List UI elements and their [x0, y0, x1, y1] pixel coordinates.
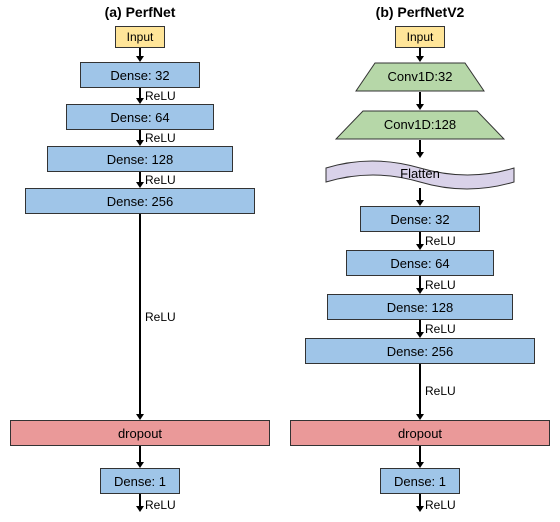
conv1d-32: Conv1D:32: [355, 62, 485, 92]
activation-label: ReLU: [145, 498, 176, 512]
dense-64-b: Dense: 64: [346, 250, 494, 276]
dense-1-b: Dense: 1: [380, 468, 460, 494]
column-perfnetv2: (b) PerfNetV2 Input Conv1D:32 Conv1D:128…: [280, 0, 560, 522]
dense-128-b: Dense: 128: [327, 294, 513, 320]
title-a: (a) PerfNet: [0, 4, 280, 20]
activation-label: ReLU: [425, 234, 456, 248]
arrow: [416, 276, 424, 294]
conv1d-128: Conv1D:128: [335, 110, 505, 140]
activation-label: ReLU: [425, 322, 456, 336]
activation-label: ReLU: [425, 384, 456, 398]
arrow: [136, 494, 144, 512]
input-block-a: Input: [115, 26, 165, 48]
column-perfnet: (a) PerfNet Input Dense: 32 ReLU Dense: …: [0, 0, 280, 522]
dense-256-a: Dense: 256: [25, 188, 255, 214]
activation-label: ReLU: [145, 131, 176, 145]
dense-64-a: Dense: 64: [66, 104, 214, 130]
arrow: [136, 48, 144, 62]
arrow: [136, 130, 144, 146]
dropout-a: dropout: [10, 420, 270, 446]
diagram-root: (a) PerfNet Input Dense: 32 ReLU Dense: …: [0, 0, 560, 522]
activation-label: ReLU: [145, 310, 176, 324]
arrow: [416, 494, 424, 512]
dense-1-a: Dense: 1: [100, 468, 180, 494]
conv1d-32-label: Conv1D:32: [387, 69, 452, 84]
activation-label: ReLU: [145, 89, 176, 103]
input-block-b: Input: [395, 26, 445, 48]
dense-256-b: Dense: 256: [305, 338, 535, 364]
arrow: [416, 48, 424, 62]
dense-128-a: Dense: 128: [47, 146, 233, 172]
activation-label: ReLU: [425, 498, 456, 512]
dense-32-a: Dense: 32: [80, 62, 200, 88]
activation-label: ReLU: [425, 278, 456, 292]
arrow: [416, 140, 424, 158]
conv1d-128-label: Conv1D:128: [384, 117, 456, 132]
arrow: [136, 172, 144, 188]
dropout-b: dropout: [290, 420, 550, 446]
arrow: [416, 188, 424, 206]
title-b: (b) PerfNetV2: [280, 4, 560, 20]
dense-32-b: Dense: 32: [360, 206, 480, 232]
flatten-block: Flatten: [325, 158, 515, 190]
activation-label: ReLU: [145, 173, 176, 187]
arrow: [416, 92, 424, 110]
arrow: [416, 232, 424, 250]
arrow: [416, 364, 424, 420]
arrow: [136, 214, 144, 420]
arrow: [136, 446, 144, 468]
flatten-label: Flatten: [400, 166, 440, 181]
arrow: [136, 88, 144, 104]
arrow: [416, 320, 424, 338]
arrow: [416, 446, 424, 468]
